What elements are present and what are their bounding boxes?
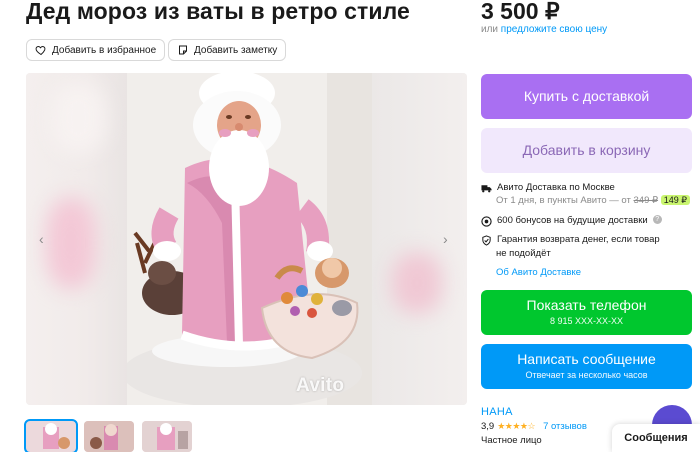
messages-button[interactable]: Сообщения [612,424,700,452]
gallery-blur-right [372,73,467,405]
question-icon[interactable]: ? [652,215,662,224]
chevron-right-icon[interactable]: › [443,231,448,247]
rating-value: 3,9 [481,421,495,432]
price-offer: или предложите свою цену [481,24,607,35]
about-delivery-link[interactable]: Об Авито Доставке [496,267,581,278]
listing-price: 3 500 ₽ [481,0,560,24]
heart-icon [35,45,46,56]
delivery-discount-badge: 149 ₽ [660,195,690,205]
response-time: Отвечает за несколько часов [525,370,648,380]
thumbnail-image [26,421,76,452]
ded-moroz-figurine-image [127,73,372,405]
thumbnail-2[interactable] [84,421,134,452]
note-icon [179,45,187,55]
show-phone-button[interactable]: Показать телефон 8 915 XXX-XX-XX [481,290,692,335]
photo-gallery[interactable]: ‹ › Avito [26,73,467,405]
seller-type: Частное лицо [481,435,542,446]
bonus-info: 600 бонусов на будущие доставки ? [481,215,662,227]
thumbnail-strip [24,419,192,452]
offer-price-link[interactable]: предложите свою цену [501,24,607,35]
show-phone-label: Показать телефон [526,297,647,313]
write-message-button[interactable]: Написать сообщение Отвечает за несколько… [481,344,692,389]
truck-icon [481,185,492,193]
bonus-icon [481,216,492,227]
thumbnail-1[interactable] [24,419,78,452]
delivery-sub: От 1 дня, в пункты Авито — от [496,195,634,206]
add-to-favorites-button[interactable]: Добавить в избранное [26,39,166,61]
note-label: Добавить заметку [194,44,278,56]
delivery-price-info: От 1 дня, в пункты Авито — от 349 ₽ 149 … [496,195,690,206]
avito-watermark: Avito [296,375,345,396]
main-photo[interactable] [127,73,372,405]
delivery-old-price: 349 ₽ [633,195,659,206]
write-message-label: Написать сообщение [517,351,656,367]
thumbnail-3[interactable] [142,421,192,452]
reviews-link[interactable]: 7 отзывов [543,421,587,432]
thumbnail-image [142,421,192,452]
shield-check-icon [482,235,491,246]
add-note-button[interactable]: Добавить заметку [168,39,287,61]
guarantee-line-2: не подойдёт [496,248,551,259]
guarantee-line-1: Гарантия возврата денег, если товар [497,234,660,245]
rating-stars-icon: ★★★★☆ [497,421,536,431]
price-offer-prefix: или [481,24,501,35]
favorite-label: Добавить в избранное [52,44,157,56]
delivery-info: Авито Доставка по Москве [481,182,615,194]
listing-title: Дед мороз из ваты в ретро стиле [26,0,410,24]
chevron-left-icon[interactable]: ‹ [39,231,44,247]
seller-rating: 3,9 ★★★★☆ 7 отзывов [481,421,587,432]
thumbnail-image [84,421,134,452]
guarantee-info: Гарантия возврата денег, если товар [481,234,660,246]
delivery-title: Авито Доставка по Москве [497,182,615,193]
seller-name[interactable]: НАНА [481,406,513,418]
add-to-cart-button[interactable]: Добавить в корзину [481,128,692,173]
phone-number: 8 915 XXX-XX-XX [549,316,624,326]
buy-with-delivery-button[interactable]: Купить с доставкой [481,74,692,119]
bonus-text: 600 бонусов на будущие доставки [497,215,648,226]
